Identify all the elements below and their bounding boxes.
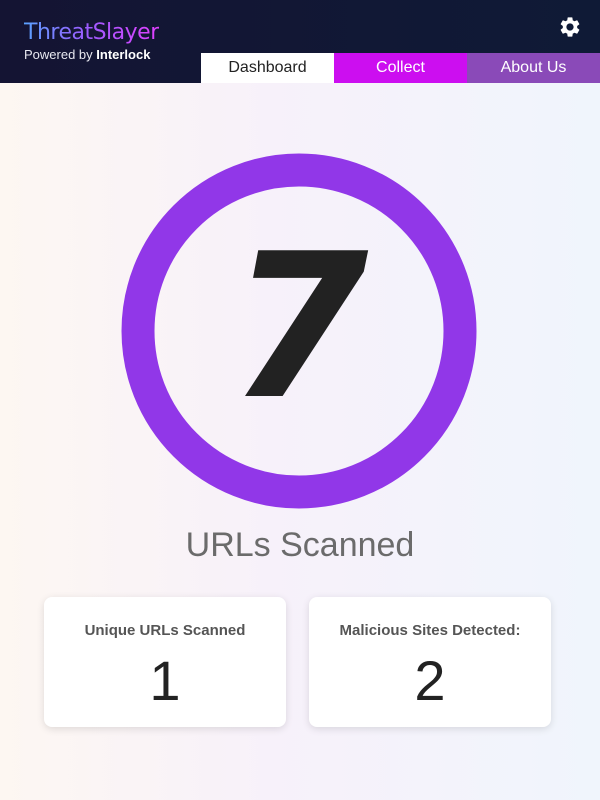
tab-dashboard[interactable]: Dashboard <box>201 53 334 83</box>
brand-logo: ThreatSlayer Powered by Interlock <box>24 20 159 62</box>
card-value: 1 <box>149 649 181 712</box>
brand-title: ThreatSlayer <box>24 20 159 45</box>
powered-by-prefix: Powered by <box>24 47 97 62</box>
urls-scanned-label: URLs Scanned <box>185 526 415 564</box>
gear-icon[interactable] <box>558 15 582 39</box>
urls-scanned-count: 7 <box>229 211 369 444</box>
brand-powered-by: Powered by Interlock <box>24 47 159 62</box>
unique-urls-card: Unique URLs Scanned 1 <box>44 597 286 727</box>
card-value: 2 <box>414 649 446 712</box>
app-header: ThreatSlayer Powered by Interlock Dashbo… <box>0 0 600 83</box>
nav-tabs: Dashboard Collect About Us <box>201 53 600 83</box>
card-title: Malicious Sites Detected: <box>339 622 521 639</box>
card-title: Unique URLs Scanned <box>84 622 246 639</box>
malicious-sites-card: Malicious Sites Detected: 2 <box>309 597 551 727</box>
tab-collect[interactable]: Collect <box>334 53 467 83</box>
powered-by-name: Interlock <box>96 47 151 62</box>
urls-scanned-ring: 7 <box>121 153 477 509</box>
tab-about-us[interactable]: About Us <box>467 53 600 83</box>
